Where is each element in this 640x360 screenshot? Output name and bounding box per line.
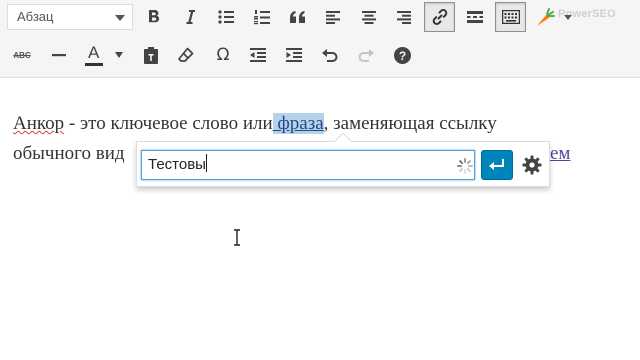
- text-color-label: A: [88, 43, 100, 62]
- toolbar-toggle-button[interactable]: [495, 2, 526, 32]
- paste-as-text-icon: [144, 46, 158, 64]
- link-url-input[interactable]: Тестовы: [141, 150, 475, 180]
- outdent-button[interactable]: [244, 41, 272, 69]
- numbered-list-button[interactable]: [248, 3, 276, 31]
- read-more-icon: [467, 11, 483, 23]
- apply-link-button[interactable]: [481, 150, 513, 180]
- insert-link-icon: [432, 9, 447, 25]
- selected-text: фраза: [272, 113, 324, 134]
- italic-icon: [186, 10, 195, 24]
- align-right-button[interactable]: [390, 3, 418, 31]
- chevron-down-icon: [564, 15, 572, 20]
- link-popup: Тестовы: [136, 132, 550, 187]
- align-center-icon: [362, 10, 376, 24]
- format-select-value: Абзац: [17, 9, 54, 24]
- insert-link-button[interactable]: [424, 2, 455, 32]
- anchor-word: Анкор: [13, 113, 65, 134]
- outdent-icon: [250, 48, 266, 62]
- link-settings-button[interactable]: [517, 150, 547, 180]
- special-character-icon: Ω: [216, 45, 230, 65]
- horizontal-line-button[interactable]: [45, 41, 73, 69]
- text-cursor-icon: [234, 229, 240, 246]
- popup-notch: [334, 132, 352, 150]
- content-paragraph-line-2[interactable]: обычного вид: [13, 143, 125, 165]
- enter-arrow-icon: [489, 159, 504, 170]
- clear-formatting-button[interactable]: [172, 41, 200, 69]
- special-character-button[interactable]: Ω: [209, 41, 237, 69]
- svg-text:?: ?: [398, 49, 405, 63]
- align-left-button[interactable]: [319, 3, 347, 31]
- redo-button[interactable]: [352, 41, 380, 69]
- blockquote-icon: [290, 11, 305, 23]
- numbered-list-icon: [254, 9, 270, 24]
- italic-button[interactable]: [176, 3, 204, 31]
- content-paragraph-line-1[interactable]: Анкор - это ключевое слово или фраза, за…: [13, 113, 497, 135]
- text-color-icon: A: [85, 43, 103, 66]
- undo-button[interactable]: [316, 41, 344, 69]
- bulleted-list-icon: [218, 10, 234, 24]
- chevron-down-icon: [115, 52, 123, 58]
- help-button[interactable]: ?: [388, 41, 416, 69]
- bold-button[interactable]: [140, 3, 168, 31]
- link-url-value: Тестовы: [148, 156, 206, 173]
- carrot-icon: [537, 8, 555, 26]
- align-left-icon: [326, 10, 340, 24]
- read-more-button[interactable]: [461, 3, 489, 31]
- indent-icon: [286, 48, 302, 62]
- text-color-dropdown[interactable]: [108, 41, 130, 69]
- bulleted-list-button[interactable]: [212, 3, 240, 31]
- strikethrough-button[interactable]: ABC: [6, 41, 38, 69]
- input-caret: [205, 154, 207, 172]
- plugin-logo[interactable]: PowerSEO: [534, 4, 634, 30]
- text-color-underline: [85, 63, 103, 66]
- align-right-icon: [397, 10, 411, 24]
- link-fragment[interactable]: ем: [550, 143, 570, 165]
- text-color-button[interactable]: A: [80, 41, 108, 69]
- horizontal-line-icon: [52, 54, 66, 57]
- text-after-selection: , заменяющая ссылку: [323, 113, 497, 134]
- text-before-selection: это ключевое слово или: [79, 113, 273, 134]
- blockquote-button[interactable]: [284, 3, 312, 31]
- editor-toolbar: Абзац PowerSEO ABC A Ω ?: [0, 0, 640, 78]
- spinner-icon: [457, 158, 473, 174]
- clear-formatting-icon: [178, 47, 194, 62]
- chevron-down-icon: [115, 15, 125, 21]
- help-icon: ?: [393, 46, 411, 64]
- paste-as-text-button[interactable]: [137, 41, 165, 69]
- format-select[interactable]: Абзац: [7, 4, 133, 30]
- redo-icon: [358, 49, 374, 62]
- gear-icon: [522, 155, 542, 175]
- link-fragment-text: ем: [550, 143, 571, 164]
- indent-button[interactable]: [280, 41, 308, 69]
- toolbar-toggle-icon: [501, 10, 520, 24]
- align-center-button[interactable]: [355, 3, 383, 31]
- undo-icon: [322, 49, 338, 62]
- dash-text: -: [64, 113, 80, 134]
- bold-icon: [149, 10, 160, 23]
- strikethrough-icon: ABC: [13, 50, 31, 60]
- line-2-start-text: обычного вид: [13, 143, 125, 164]
